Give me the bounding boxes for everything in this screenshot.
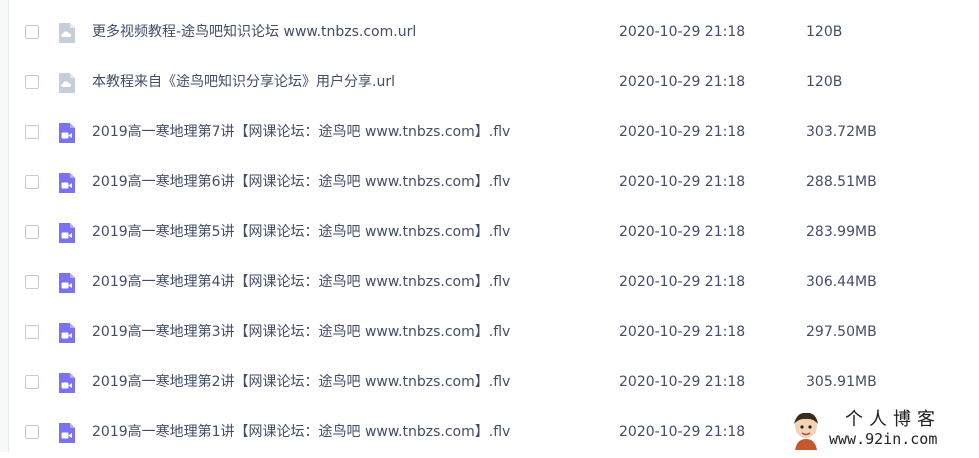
file-size: 303.72MB [806, 124, 877, 140]
file-list: 更多视频教程-途鸟吧知识论坛 www.tnbzs.com.url 2020-10… [0, 8, 979, 458]
file-name[interactable]: 2019高一寒地理第3讲【网课论坛：途鸟吧 www.tnbzs.com】.flv [92, 322, 510, 342]
video-file-icon [57, 172, 77, 194]
watermark-title: 个人博客 [845, 409, 941, 430]
file-row[interactable]: 2019高一寒地理第6讲【网课论坛：途鸟吧 www.tnbzs.com】.flv… [0, 158, 979, 208]
file-modified-date: 2020-10-29 21:18 [619, 274, 746, 290]
row-checkbox[interactable] [25, 375, 39, 389]
file-modified-date: 2020-10-29 21:18 [619, 124, 746, 140]
row-checkbox[interactable] [25, 125, 39, 139]
file-modified-date: 2020-10-29 21:18 [619, 324, 746, 340]
file-modified-date: 2020-10-29 21:18 [619, 74, 746, 90]
row-checkbox[interactable] [25, 175, 39, 189]
row-checkbox[interactable] [25, 325, 39, 339]
file-size: 283.99MB [806, 224, 877, 240]
file-modified-date: 2020-10-29 21:18 [619, 24, 746, 40]
file-name[interactable]: 2019高一寒地理第4讲【网课论坛：途鸟吧 www.tnbzs.com】.flv [92, 272, 510, 292]
file-size: 120B [806, 24, 843, 40]
file-row[interactable]: 2019高一寒地理第3讲【网课论坛：途鸟吧 www.tnbzs.com】.flv… [0, 308, 979, 358]
video-file-icon [57, 122, 77, 144]
file-size: 305.91MB [806, 374, 877, 390]
cloud-link-file-icon [57, 22, 77, 44]
file-name[interactable]: 2019高一寒地理第2讲【网课论坛：途鸟吧 www.tnbzs.com】.flv [92, 372, 510, 392]
video-file-icon [57, 272, 77, 294]
file-size: 120B [806, 74, 843, 90]
file-row[interactable]: 2019高一寒地理第7讲【网课论坛：途鸟吧 www.tnbzs.com】.flv… [0, 108, 979, 158]
file-modified-date: 2020-10-29 21:18 [619, 424, 746, 440]
file-row[interactable]: 2019高一寒地理第2讲【网课论坛：途鸟吧 www.tnbzs.com】.flv… [0, 358, 979, 408]
row-checkbox[interactable] [25, 225, 39, 239]
cloud-link-file-icon [57, 72, 77, 94]
file-size: 297.50MB [806, 324, 877, 340]
file-modified-date: 2020-10-29 21:18 [619, 174, 746, 190]
file-modified-date: 2020-10-29 21:18 [619, 374, 746, 390]
file-name[interactable]: 本教程来自《途鸟吧知识分享论坛》用户分享.url [92, 72, 395, 92]
file-name[interactable]: 2019高一寒地理第1讲【网课论坛：途鸟吧 www.tnbzs.com】.flv [92, 422, 510, 442]
file-name[interactable]: 2019高一寒地理第7讲【网课论坛：途鸟吧 www.tnbzs.com】.flv [92, 122, 510, 142]
file-modified-date: 2020-10-29 21:18 [619, 224, 746, 240]
row-checkbox[interactable] [25, 275, 39, 289]
video-file-icon [57, 422, 77, 444]
file-size: 306.44MB [806, 274, 877, 290]
file-row[interactable]: 2019高一寒地理第5讲【网课论坛：途鸟吧 www.tnbzs.com】.flv… [0, 208, 979, 258]
file-name[interactable]: 更多视频教程-途鸟吧知识论坛 www.tnbzs.com.url [92, 22, 416, 42]
file-row[interactable]: 本教程来自《途鸟吧知识分享论坛》用户分享.url 2020-10-29 21:1… [0, 58, 979, 108]
avatar-icon [794, 412, 818, 450]
file-row[interactable]: 更多视频教程-途鸟吧知识论坛 www.tnbzs.com.url 2020-10… [0, 8, 979, 58]
file-name[interactable]: 2019高一寒地理第5讲【网课论坛：途鸟吧 www.tnbzs.com】.flv [92, 222, 510, 242]
video-file-icon [57, 322, 77, 344]
row-checkbox[interactable] [25, 25, 39, 39]
file-row[interactable]: 2019高一寒地理第4讲【网课论坛：途鸟吧 www.tnbzs.com】.flv… [0, 258, 979, 308]
watermark-url: www.92in.com [829, 430, 938, 448]
row-checkbox[interactable] [25, 75, 39, 89]
video-file-icon [57, 222, 77, 244]
video-file-icon [57, 372, 77, 394]
watermark: 个人博客 www.92in.com [785, 408, 979, 452]
file-name[interactable]: 2019高一寒地理第6讲【网课论坛：途鸟吧 www.tnbzs.com】.flv [92, 172, 510, 192]
row-checkbox[interactable] [25, 425, 39, 439]
file-size: 288.51MB [806, 174, 877, 190]
